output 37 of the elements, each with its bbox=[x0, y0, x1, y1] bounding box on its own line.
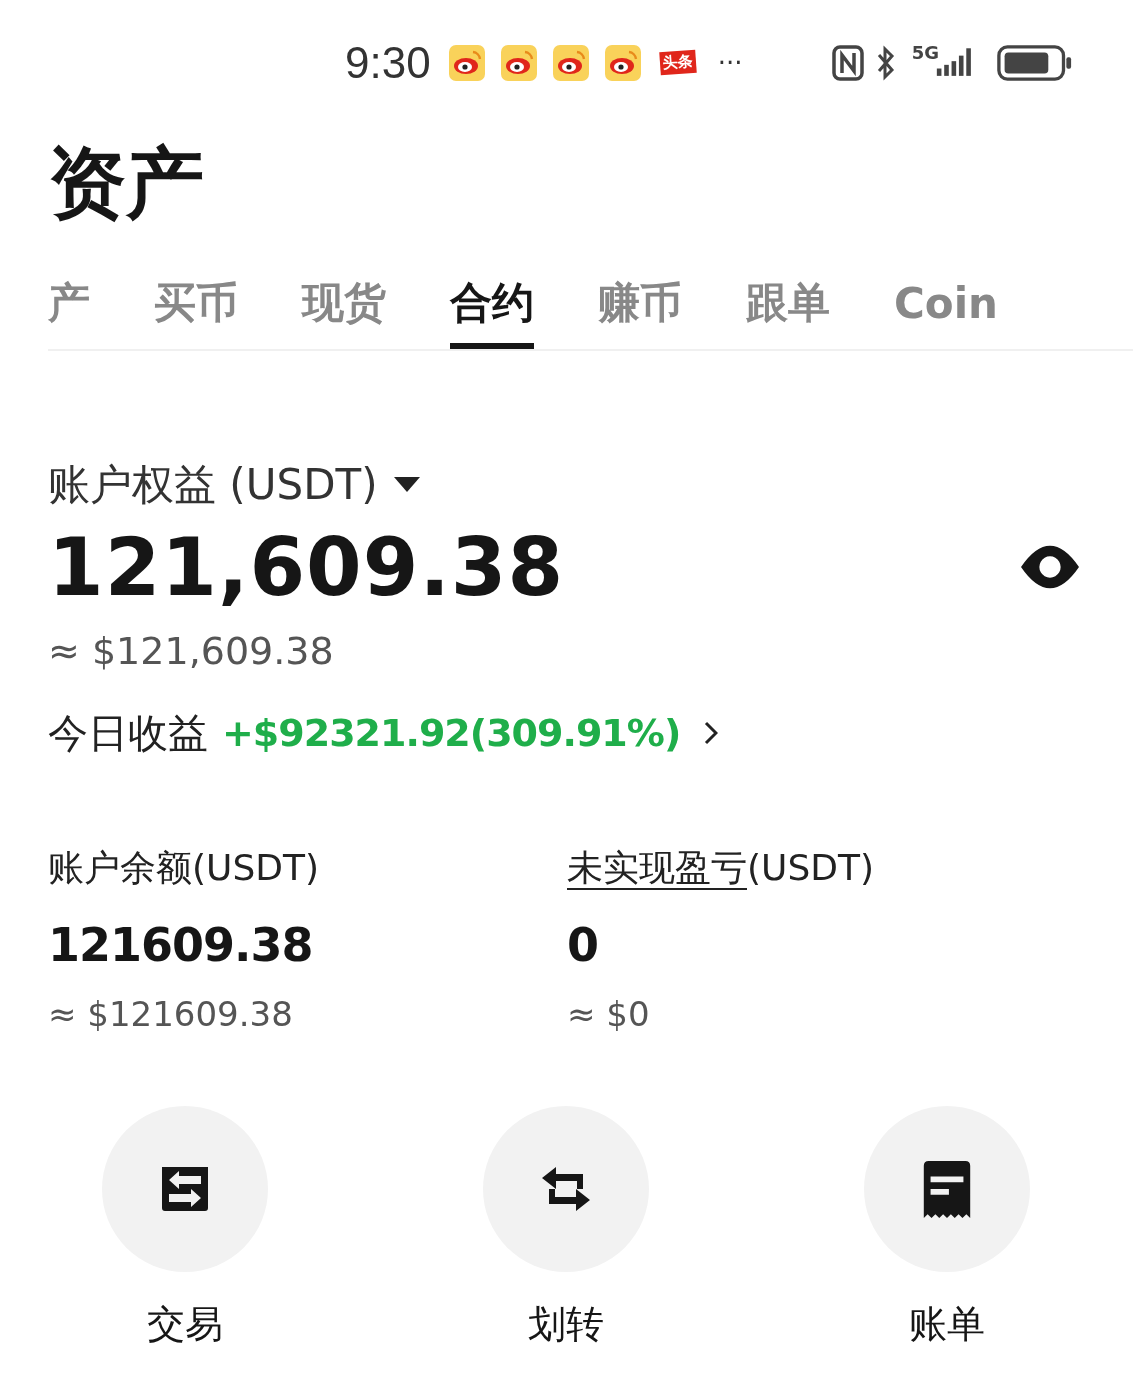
balance-label: 账户余额(USDT) bbox=[48, 846, 320, 890]
weibo-notification-icon bbox=[552, 44, 589, 81]
status-time: 9:30 bbox=[345, 37, 431, 88]
action-label: 交易 bbox=[147, 1301, 223, 1348]
equity-amount: 121,609.38 bbox=[48, 520, 565, 614]
receipt-icon bbox=[921, 1160, 973, 1218]
today-earnings-value: +$92321.92(309.91%) bbox=[222, 711, 681, 755]
balance-label: 未实现盈亏(USDT) bbox=[567, 846, 875, 890]
balance-approx: ≈ $0 bbox=[567, 993, 651, 1036]
weibo-notification-icon bbox=[500, 44, 537, 81]
news-notification-badge: 头条 bbox=[658, 49, 697, 76]
weibo-notification-icon bbox=[604, 44, 641, 81]
chevron-right-icon[interactable] bbox=[704, 721, 719, 745]
eye-icon[interactable] bbox=[1021, 545, 1079, 589]
nfc-icon bbox=[831, 44, 864, 81]
tab[interactable]: 买币 bbox=[154, 263, 238, 349]
tab[interactable]: 赚币 bbox=[598, 263, 682, 349]
battery-icon bbox=[997, 42, 1073, 83]
tab[interactable]: Coin bbox=[894, 263, 998, 349]
today-earnings-label: 今日收益 bbox=[48, 708, 208, 758]
balance-value: 0 bbox=[567, 917, 599, 974]
tab[interactable]: 跟单 bbox=[746, 263, 830, 349]
more-notifications: ··· bbox=[717, 47, 743, 78]
equity-label: 账户权益 (USDT) bbox=[48, 459, 378, 511]
tab[interactable]: 现货 bbox=[302, 263, 386, 349]
action-label: 账单 bbox=[909, 1301, 985, 1348]
tab[interactable]: 产 bbox=[48, 263, 90, 349]
bluetooth-icon bbox=[875, 44, 896, 81]
weibo-notification-icon bbox=[448, 44, 485, 81]
network-label: 5G bbox=[911, 42, 939, 63]
action-label: 划转 bbox=[528, 1301, 604, 1348]
balance-value: 121609.38 bbox=[48, 917, 314, 974]
page-title: 资产 bbox=[47, 137, 205, 230]
caret-icon[interactable] bbox=[393, 477, 420, 493]
equity-approx: ≈ $121,609.38 bbox=[48, 628, 335, 675]
balance-approx: ≈ $121609.38 bbox=[48, 993, 294, 1036]
tab[interactable]: 合约 bbox=[450, 263, 534, 349]
